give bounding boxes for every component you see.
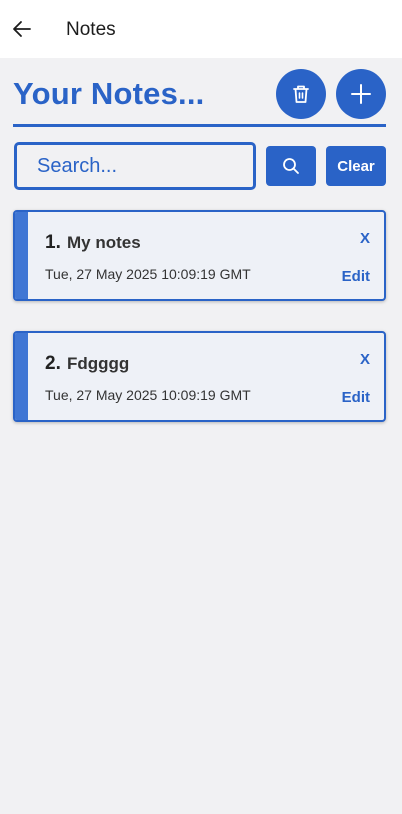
app-bar-title: Notes — [66, 19, 116, 40]
delete-all-button[interactable] — [276, 69, 326, 119]
delete-note-button[interactable]: X — [360, 351, 370, 368]
add-note-button[interactable] — [336, 69, 386, 119]
edit-note-button[interactable]: Edit — [342, 389, 370, 406]
note-accent-bar — [15, 333, 28, 420]
search-icon — [283, 158, 299, 174]
note-number: 1. — [45, 232, 61, 253]
note-number: 2. — [45, 353, 61, 374]
search-input[interactable] — [14, 142, 256, 190]
note-date: Tue, 27 May 2025 10:09:19 GMT — [45, 266, 251, 282]
trash-icon — [293, 85, 309, 103]
note-title: Fdgggg — [67, 354, 130, 373]
app-bar: Notes — [0, 0, 402, 58]
delete-note-button[interactable]: X — [360, 230, 370, 247]
title-divider — [13, 124, 386, 127]
back-button[interactable] — [10, 17, 34, 41]
clear-button[interactable]: Clear — [326, 146, 386, 186]
arrow-left-icon — [13, 21, 31, 37]
edit-note-button[interactable]: Edit — [342, 268, 370, 285]
note-date: Tue, 27 May 2025 10:09:19 GMT — [45, 387, 251, 403]
note-card[interactable]: 2. Fdgggg Tue, 27 May 2025 10:09:19 GMT … — [13, 331, 386, 422]
note-title: My notes — [67, 233, 141, 252]
note-card[interactable]: 1. My notes Tue, 27 May 2025 10:09:19 GM… — [13, 210, 386, 301]
search-button[interactable] — [266, 146, 316, 186]
plus-icon — [351, 84, 371, 104]
page-title: Your Notes... — [13, 76, 205, 111]
note-accent-bar — [15, 212, 28, 299]
